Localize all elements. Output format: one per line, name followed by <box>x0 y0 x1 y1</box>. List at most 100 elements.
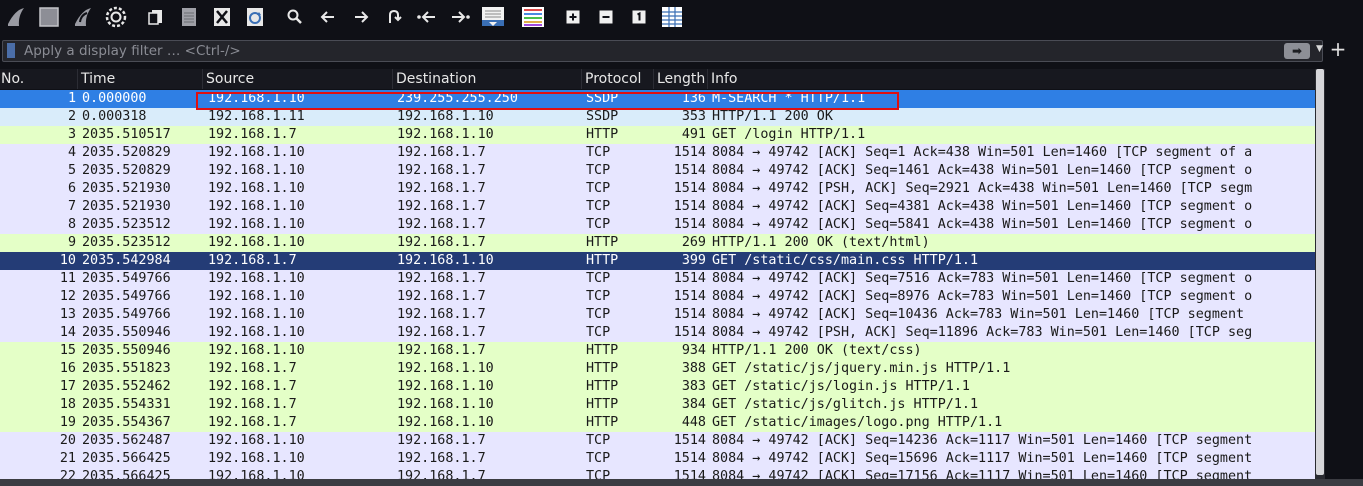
packet-number: 4 <box>67 145 76 160</box>
packet-source: 192.168.1.10 <box>208 325 305 340</box>
packet-info: 8084 → 49742 [ACK] Seq=10436 Ack=783 Win… <box>712 307 1245 322</box>
packet-number: 2 <box>67 109 76 124</box>
packet-source: 192.168.1.10 <box>208 343 305 358</box>
packet-length: 399 <box>681 253 706 268</box>
apply-filter-button[interactable]: ➡ <box>1284 43 1310 59</box>
shark-fin-start-icon[interactable] <box>4 5 28 29</box>
stop-capture-icon[interactable] <box>37 5 61 29</box>
packet-row[interactable]: 10 2035.542984 192.168.1.7 192.168.1.10 HTTP… <box>0 252 1315 270</box>
packet-destination: 192.168.1.7 <box>397 181 486 196</box>
packet-row[interactable]: 21 2035.566425 192.168.1.10 192.168.1.7 TCP 1… <box>0 450 1315 468</box>
column-header-info[interactable]: Info <box>708 69 1315 89</box>
packet-protocol: HTTP <box>586 253 619 268</box>
capture-options-gear-icon[interactable] <box>104 5 128 29</box>
packet-info: 8084 → 49742 [ACK] Seq=1461 Ack=438 Win=… <box>712 163 1253 178</box>
close-file-icon[interactable] <box>210 5 234 29</box>
packet-row[interactable]: 11 2035.549766 192.168.1.10 192.168.1.7 TCP 1… <box>0 270 1315 288</box>
packet-row[interactable]: 13 2035.549766 192.168.1.10 192.168.1.7 TCP 1… <box>0 306 1315 324</box>
filter-history-dropdown-icon[interactable]: ▼ <box>1316 44 1323 54</box>
packet-protocol: HTTP <box>586 397 619 412</box>
display-filter-input[interactable]: Apply a display filter … <Ctrl-/> ➡ ▼ <box>2 40 1323 62</box>
find-packet-icon[interactable] <box>283 5 307 29</box>
packet-destination: 192.168.1.10 <box>397 253 494 268</box>
packet-time: 0.000000 <box>82 91 147 106</box>
packet-row[interactable]: 7 2035.521930 192.168.1.10 192.168.1.7 TCP 15… <box>0 198 1315 216</box>
packet-length: 1514 <box>673 451 706 466</box>
filter-bookmark-icon[interactable] <box>7 43 15 58</box>
add-filter-button[interactable]: + <box>1327 37 1349 61</box>
last-packet-icon[interactable] <box>448 5 472 29</box>
packet-row[interactable]: 3 2035.510517 192.168.1.7 192.168.1.10 HTTP 4… <box>0 126 1315 144</box>
resize-columns-icon[interactable] <box>660 5 684 29</box>
column-header-source[interactable]: Source <box>203 69 393 89</box>
packet-row[interactable]: 20 2035.562487 192.168.1.10 192.168.1.7 TCP 1… <box>0 432 1315 450</box>
packet-row[interactable]: 14 2035.550946 192.168.1.10 192.168.1.7 TCP 1… <box>0 324 1315 342</box>
save-file-icon[interactable] <box>177 5 201 29</box>
packet-info: M-SEARCH * HTTP/1.1 <box>712 91 866 106</box>
packet-number: 6 <box>67 181 76 196</box>
packet-row[interactable]: 2 0.000318 192.168.1.11 192.168.1.10 SSDP 353… <box>0 108 1315 126</box>
column-header-protocol[interactable]: Protocol <box>582 69 654 89</box>
column-header-time[interactable]: Time <box>78 69 203 89</box>
go-to-packet-icon[interactable] <box>382 5 406 29</box>
packet-time: 2035.550946 <box>82 343 171 358</box>
packet-destination: 192.168.1.10 <box>397 379 494 394</box>
go-forward-icon[interactable] <box>349 5 373 29</box>
packet-source: 192.168.1.10 <box>208 217 305 232</box>
packet-info: 8084 → 49742 [PSH, ACK] Seq=2921 Ack=438… <box>712 181 1253 196</box>
packet-info: 8084 → 49742 [ACK] Seq=5841 Ack=438 Win=… <box>712 217 1253 232</box>
packet-rows: 1 0.000000 192.168.1.10 239.255.255.250 SSDP… <box>0 90 1315 479</box>
packet-protocol: TCP <box>586 325 611 340</box>
packet-row[interactable]: 19 2035.554367 192.168.1.7 192.168.1.10 HTTP… <box>0 414 1315 432</box>
packet-destination: 192.168.1.7 <box>397 451 486 466</box>
packet-time: 2035.562487 <box>82 433 171 448</box>
packet-row[interactable]: 15 2035.550946 192.168.1.10 192.168.1.7 HTTP… <box>0 342 1315 360</box>
packet-row[interactable]: 22 2035.566425 192.168.1.10 192.168.1.7 TCP 1… <box>0 468 1315 479</box>
packet-row[interactable]: 9 2035.523512 192.168.1.10 192.168.1.7 HTTP 2… <box>0 234 1315 252</box>
packet-time: 2035.523512 <box>82 217 171 232</box>
packet-length: 934 <box>681 343 706 358</box>
zoom-out-icon[interactable] <box>594 5 618 29</box>
packet-row[interactable]: 16 2035.551823 192.168.1.7 192.168.1.10 HTTP… <box>0 360 1315 378</box>
packet-number: 1 <box>67 91 76 106</box>
first-packet-icon[interactable] <box>415 5 439 29</box>
packet-number: 16 <box>59 361 76 376</box>
packet-length: 491 <box>681 127 706 142</box>
packet-row[interactable]: 8 2035.523512 192.168.1.10 192.168.1.7 TCP 15… <box>0 216 1315 234</box>
packet-row[interactable]: 12 2035.549766 192.168.1.10 192.168.1.7 TCP 1… <box>0 288 1315 306</box>
zoom-in-icon[interactable] <box>561 5 585 29</box>
packet-source: 192.168.1.7 <box>208 253 297 268</box>
colorize-icon[interactable] <box>521 5 545 29</box>
column-header-destination[interactable]: Destination <box>393 69 582 89</box>
go-back-icon[interactable] <box>316 5 340 29</box>
packet-protocol: HTTP <box>586 127 619 142</box>
horizontal-splitter[interactable] <box>0 479 1363 486</box>
packet-length: 383 <box>681 379 706 394</box>
packet-row[interactable]: 1 0.000000 192.168.1.10 239.255.255.250 SSDP… <box>0 90 1315 108</box>
packet-destination: 192.168.1.10 <box>397 127 494 142</box>
packet-protocol: TCP <box>586 451 611 466</box>
packet-list-vertical-scrollbar[interactable] <box>1315 69 1325 479</box>
reload-file-icon[interactable] <box>243 5 267 29</box>
packet-row[interactable]: 4 2035.520829 192.168.1.10 192.168.1.7 TCP 15… <box>0 144 1315 162</box>
column-header-no[interactable]: No. <box>0 69 78 89</box>
auto-scroll-icon[interactable] <box>481 5 505 29</box>
vertical-scrollbar-thumb[interactable] <box>1316 69 1324 475</box>
packet-info: 8084 → 49742 [ACK] Seq=4381 Ack=438 Win=… <box>712 199 1253 214</box>
packet-time: 2035.554331 <box>82 397 171 412</box>
normal-size-icon[interactable] <box>627 5 651 29</box>
packet-protocol: TCP <box>586 433 611 448</box>
shark-fin-restart-icon[interactable] <box>71 5 95 29</box>
packet-row[interactable]: 18 2035.554331 192.168.1.7 192.168.1.10 HTTP… <box>0 396 1315 414</box>
packet-time: 2035.521930 <box>82 199 171 214</box>
packet-length: 384 <box>681 397 706 412</box>
packet-row[interactable]: 6 2035.521930 192.168.1.10 192.168.1.7 TCP 15… <box>0 180 1315 198</box>
column-header-length[interactable]: Length <box>654 69 708 89</box>
packet-destination: 192.168.1.7 <box>397 145 486 160</box>
packet-row[interactable]: 5 2035.520829 192.168.1.10 192.168.1.7 TCP 15… <box>0 162 1315 180</box>
packet-length: 1514 <box>673 181 706 196</box>
packet-time: 0.000318 <box>82 109 147 124</box>
open-file-icon[interactable] <box>144 5 168 29</box>
packet-row[interactable]: 17 2035.552462 192.168.1.7 192.168.1.10 HTTP… <box>0 378 1315 396</box>
packet-source: 192.168.1.7 <box>208 415 297 430</box>
